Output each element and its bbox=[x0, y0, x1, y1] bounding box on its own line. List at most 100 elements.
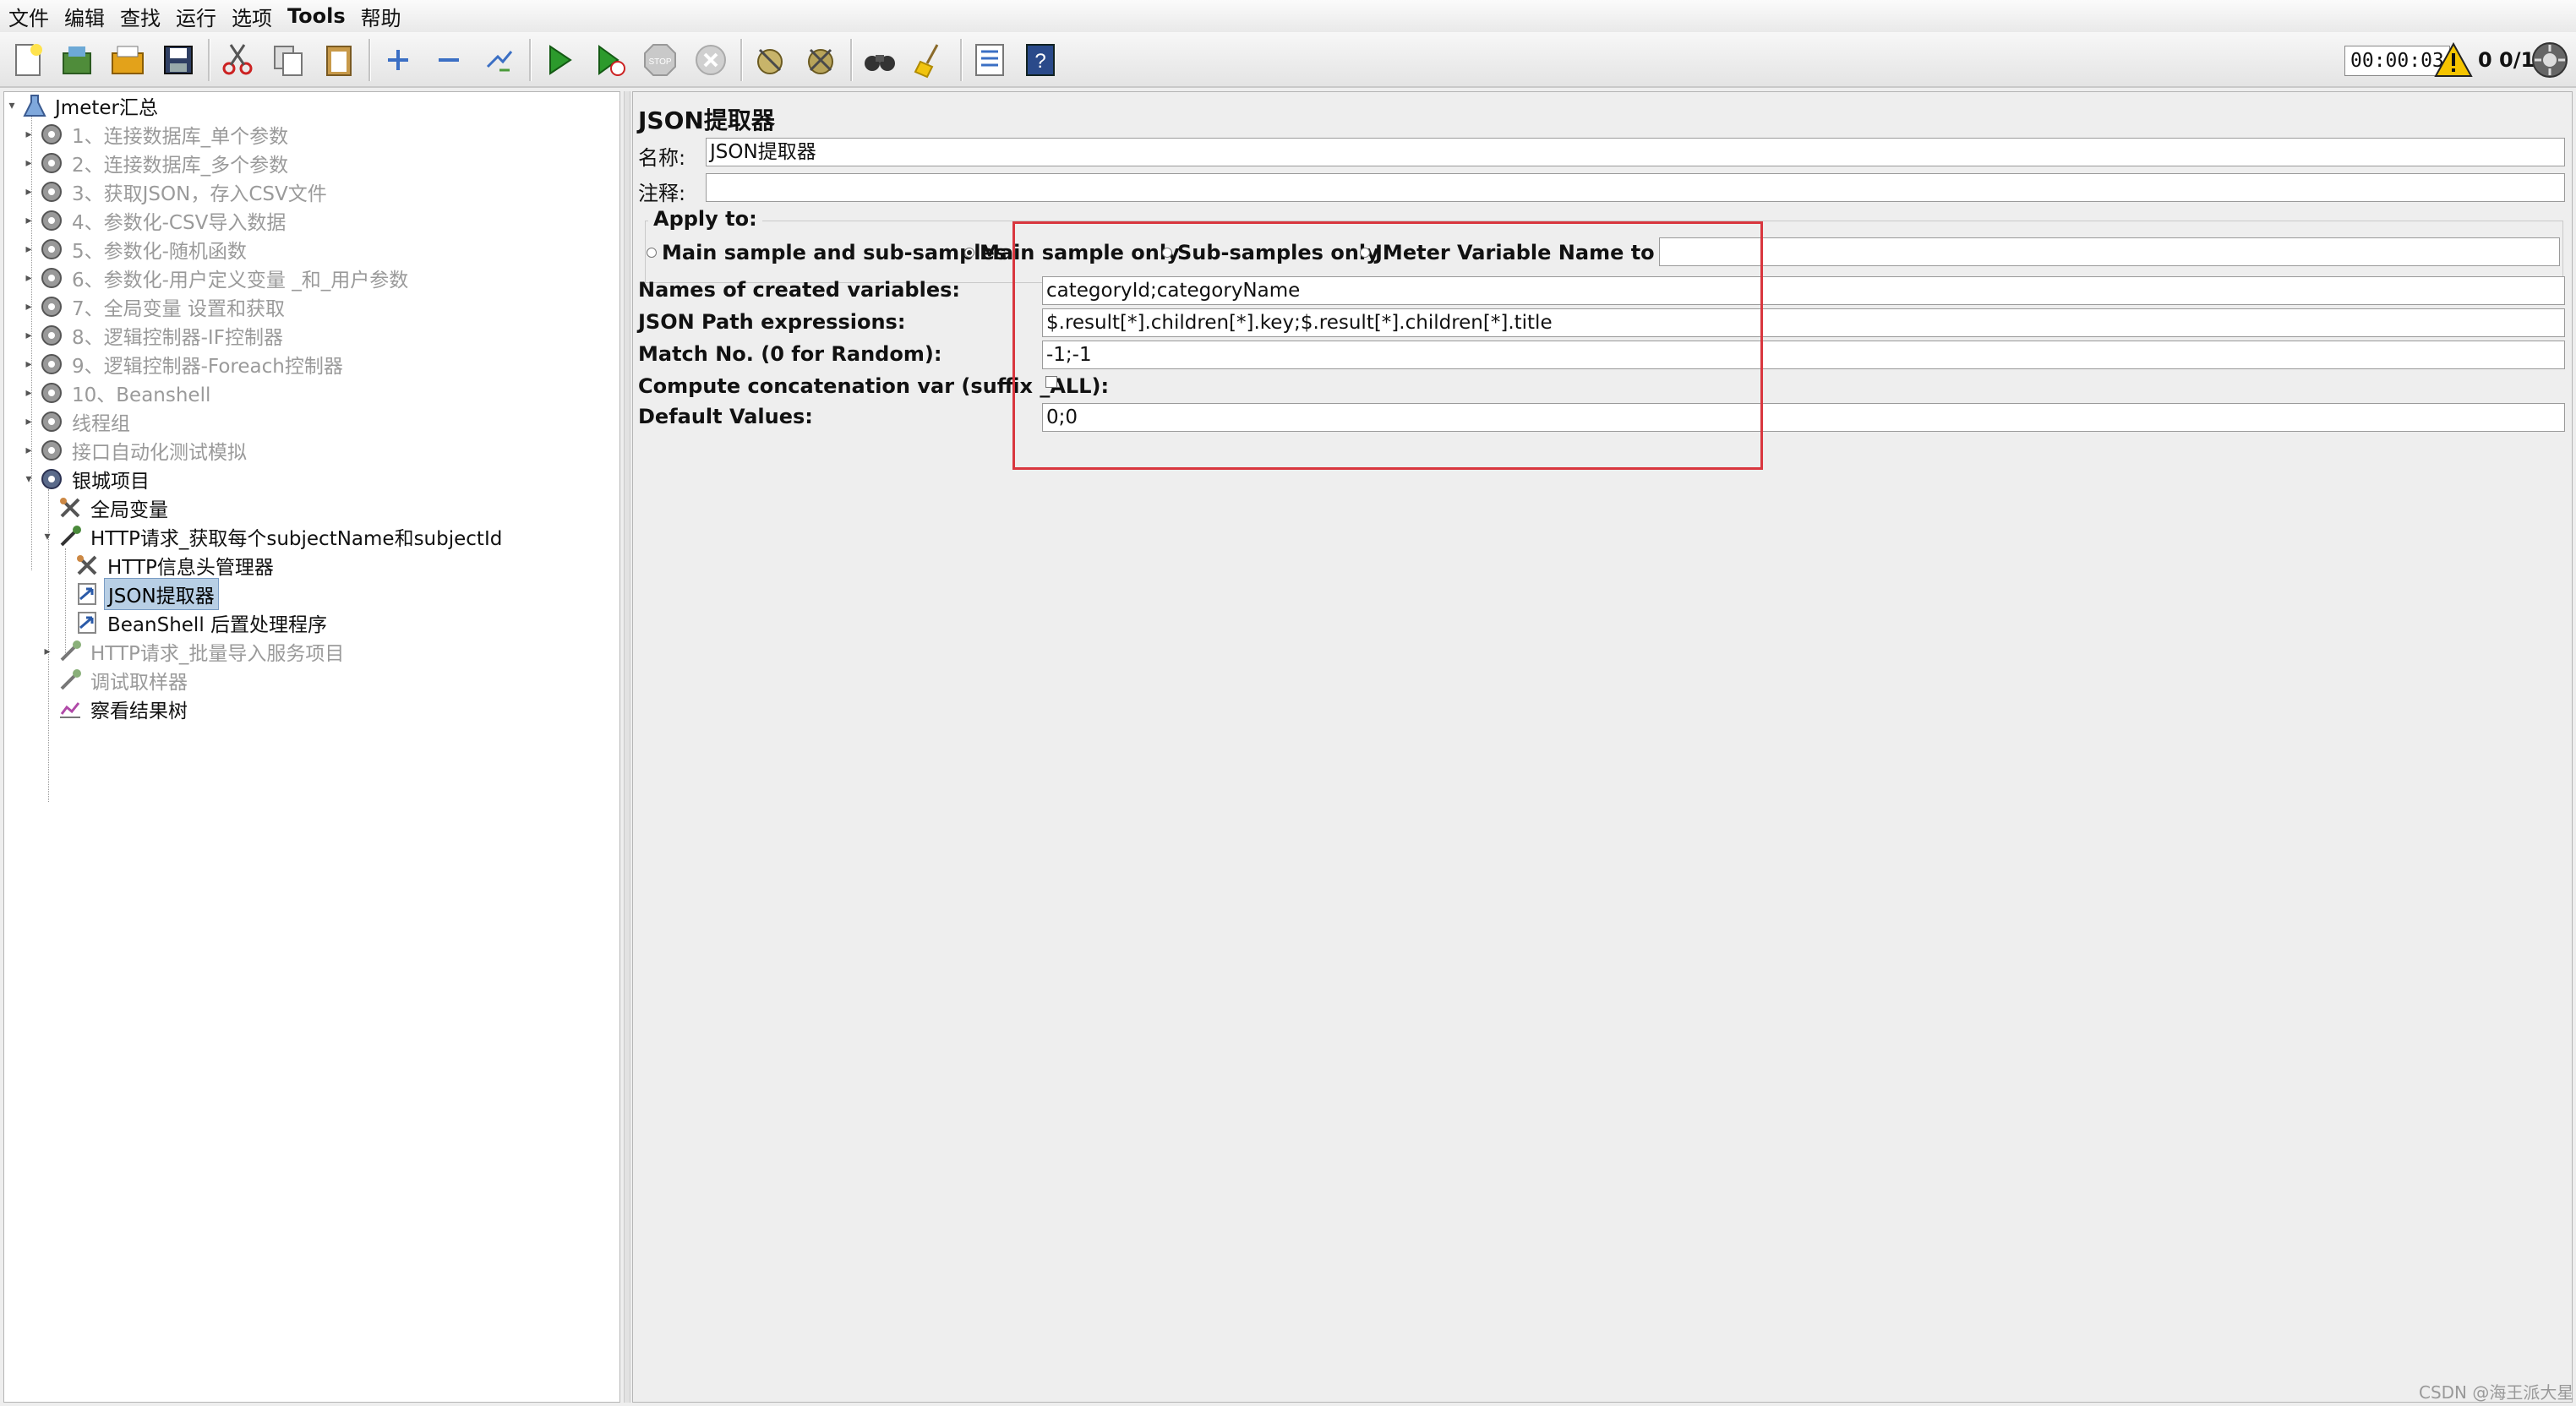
tree-item-9[interactable]: ▸ 9、逻辑控制器-Foreach控制器 bbox=[23, 351, 347, 378]
paste-button[interactable] bbox=[316, 37, 362, 83]
default-values-field[interactable]: 0;0 bbox=[1042, 403, 2565, 432]
radio-button-icon bbox=[964, 248, 974, 258]
tree-item-11[interactable]: ▸ 线程组 bbox=[23, 408, 134, 435]
start-no-pause-icon bbox=[598, 45, 625, 76]
menubar: 文件 编辑 查找 运行 选项 Tools 帮助 bbox=[0, 0, 2576, 32]
function-helper-button[interactable] bbox=[967, 37, 1012, 83]
chevron-down-icon[interactable]: ▾ bbox=[23, 472, 35, 486]
toggle-button[interactable] bbox=[477, 37, 522, 83]
radio-main-and-sub[interactable]: Main sample and sub-samples bbox=[647, 241, 1007, 264]
chevron-right-icon[interactable]: ▸ bbox=[23, 329, 35, 342]
tree-item-13[interactable]: ▾ 银城项目 bbox=[23, 466, 153, 493]
chevron-right-icon[interactable]: ▸ bbox=[23, 357, 35, 371]
start-no-pause-button[interactable] bbox=[587, 37, 632, 83]
panel-title: JSON提取器 bbox=[638, 106, 775, 134]
json-path-field[interactable]: $.result[*].children[*].key;$.result[*].… bbox=[1042, 308, 2565, 337]
thread-group-icon bbox=[41, 153, 62, 173]
save-button[interactable] bbox=[156, 37, 201, 83]
tree-item-20[interactable]: 调试取样器 bbox=[41, 667, 191, 694]
tree-item-8[interactable]: ▸ 8、逻辑控制器-IF控制器 bbox=[23, 322, 287, 349]
tree-item-6[interactable]: ▸ 6、参数化-用户定义变量 _和_用户参数 bbox=[23, 264, 412, 292]
tree-label: 3、获取JSON，存入CSV文件 bbox=[72, 183, 327, 205]
running-status-icon bbox=[2532, 42, 2568, 78]
tree-root[interactable]: ▾ Jmeter汇总 bbox=[6, 92, 161, 119]
reset-search-button[interactable] bbox=[908, 37, 953, 83]
tree-item-15[interactable]: ▾ HTTP请求_获取每个subjectName和subjectId bbox=[41, 523, 505, 550]
tree-item-7[interactable]: ▸ 7、全局变量 设置和获取 bbox=[23, 293, 288, 320]
menu-file[interactable]: 文件 bbox=[7, 2, 51, 31]
thread-group-icon bbox=[41, 325, 62, 346]
tree-label: 8、逻辑控制器-IF控制器 bbox=[72, 327, 283, 349]
menu-tools[interactable]: Tools bbox=[286, 4, 347, 28]
tree-item-21[interactable]: 察看结果树 bbox=[41, 695, 191, 722]
collapse-button[interactable] bbox=[426, 37, 472, 83]
radio-button-icon bbox=[647, 248, 657, 258]
warning-icon[interactable] bbox=[2434, 42, 2473, 78]
shutdown-button[interactable] bbox=[688, 37, 734, 83]
open-icon bbox=[112, 46, 144, 74]
menu-edit[interactable]: 编辑 bbox=[63, 2, 106, 31]
menu-run[interactable]: 运行 bbox=[174, 2, 218, 31]
variable-names-field[interactable]: categoryId;categoryName bbox=[1042, 276, 2565, 305]
tree-label: 察看结果树 bbox=[90, 700, 188, 722]
menu-options[interactable]: 选项 bbox=[230, 2, 274, 31]
menu-help[interactable]: 帮助 bbox=[359, 2, 403, 31]
apply-to-label: Apply to: bbox=[648, 207, 762, 231]
expand-button[interactable] bbox=[375, 37, 421, 83]
radio-jmeter-variable[interactable]: JMeter Variable Name to use bbox=[1360, 241, 1702, 264]
tree-item-19[interactable]: ▸ HTTP请求_批量导入服务项目 bbox=[41, 638, 347, 665]
chevron-right-icon[interactable]: ▸ bbox=[23, 444, 35, 457]
menu-search[interactable]: 查找 bbox=[118, 2, 162, 31]
tree-label: 1、连接数据库_单个参数 bbox=[72, 126, 289, 148]
tree-item-5[interactable]: ▸ 5、参数化-随机函数 bbox=[23, 236, 250, 263]
chevron-right-icon[interactable]: ▸ bbox=[23, 185, 35, 199]
clear-button[interactable] bbox=[747, 37, 793, 83]
templates-button[interactable] bbox=[54, 37, 100, 83]
thread-group-icon bbox=[41, 297, 62, 317]
chevron-down-icon[interactable]: ▾ bbox=[41, 530, 53, 543]
tree-item-2[interactable]: ▸ 2、连接数据库_多个参数 bbox=[23, 150, 292, 177]
test-plan-tree[interactable]: ▾ Jmeter汇总 ▸ 1、连接数据库_单个参数 ▸ 2、连接数据库_多个参数… bbox=[3, 91, 620, 1403]
radio-sub-only[interactable]: Sub-samples only bbox=[1162, 241, 1379, 264]
copy-button[interactable] bbox=[265, 37, 311, 83]
tree-item-4[interactable]: ▸ 4、参数化-CSV导入数据 bbox=[23, 207, 289, 234]
comment-field[interactable] bbox=[706, 173, 2565, 202]
shutdown-icon bbox=[696, 45, 726, 75]
radio-main-only[interactable]: Main sample only bbox=[964, 241, 1180, 264]
chevron-right-icon[interactable]: ▸ bbox=[23, 243, 35, 256]
match-no-field[interactable]: -1;-1 bbox=[1042, 341, 2565, 369]
tree-item-16[interactable]: HTTP信息头管理器 bbox=[58, 552, 277, 579]
open-button[interactable] bbox=[105, 37, 150, 83]
tree-item-1[interactable]: ▸ 1、连接数据库_单个参数 bbox=[23, 121, 292, 148]
chevron-right-icon[interactable]: ▸ bbox=[23, 271, 35, 285]
chevron-right-icon[interactable]: ▸ bbox=[23, 300, 35, 313]
function-helper-icon bbox=[975, 44, 1004, 76]
tree-item-17[interactable]: JSON提取器 bbox=[58, 578, 219, 610]
start-button[interactable] bbox=[536, 37, 581, 83]
chevron-right-icon[interactable]: ▸ bbox=[23, 386, 35, 400]
chevron-right-icon[interactable]: ▸ bbox=[23, 128, 35, 141]
chevron-right-icon[interactable]: ▸ bbox=[23, 214, 35, 227]
tree-item-14[interactable]: 全局变量 bbox=[41, 494, 172, 521]
jmeter-variable-name-field[interactable] bbox=[1659, 237, 2560, 266]
new-button[interactable] bbox=[5, 37, 51, 83]
tree-item-12[interactable]: ▸ 接口自动化测试模拟 bbox=[23, 437, 250, 464]
search-button[interactable] bbox=[857, 37, 903, 83]
tree-item-18[interactable]: BeanShell 后置处理程序 bbox=[58, 609, 330, 636]
help-button[interactable]: ? bbox=[1018, 37, 1063, 83]
name-field[interactable]: JSON提取器 bbox=[706, 138, 2565, 166]
match-no-label: Match No. (0 for Random): bbox=[638, 342, 942, 366]
chevron-right-icon[interactable]: ▸ bbox=[23, 156, 35, 170]
tree-item-10[interactable]: ▸ 10、Beanshell bbox=[23, 379, 214, 406]
chevron-right-icon[interactable]: ▸ bbox=[41, 645, 53, 658]
tree-label: 银城项目 bbox=[72, 471, 150, 493]
split-pane-divider[interactable] bbox=[624, 91, 630, 1403]
tree-item-3[interactable]: ▸ 3、获取JSON，存入CSV文件 bbox=[23, 178, 330, 205]
tree-label: 调试取样器 bbox=[90, 672, 188, 694]
chevron-right-icon[interactable]: ▸ bbox=[23, 415, 35, 428]
stop-button[interactable]: STOP bbox=[637, 37, 683, 83]
chevron-down-icon[interactable]: ▾ bbox=[6, 99, 18, 112]
clear-all-button[interactable] bbox=[798, 37, 843, 83]
concat-checkbox[interactable] bbox=[1045, 376, 1057, 388]
cut-button[interactable] bbox=[215, 37, 260, 83]
